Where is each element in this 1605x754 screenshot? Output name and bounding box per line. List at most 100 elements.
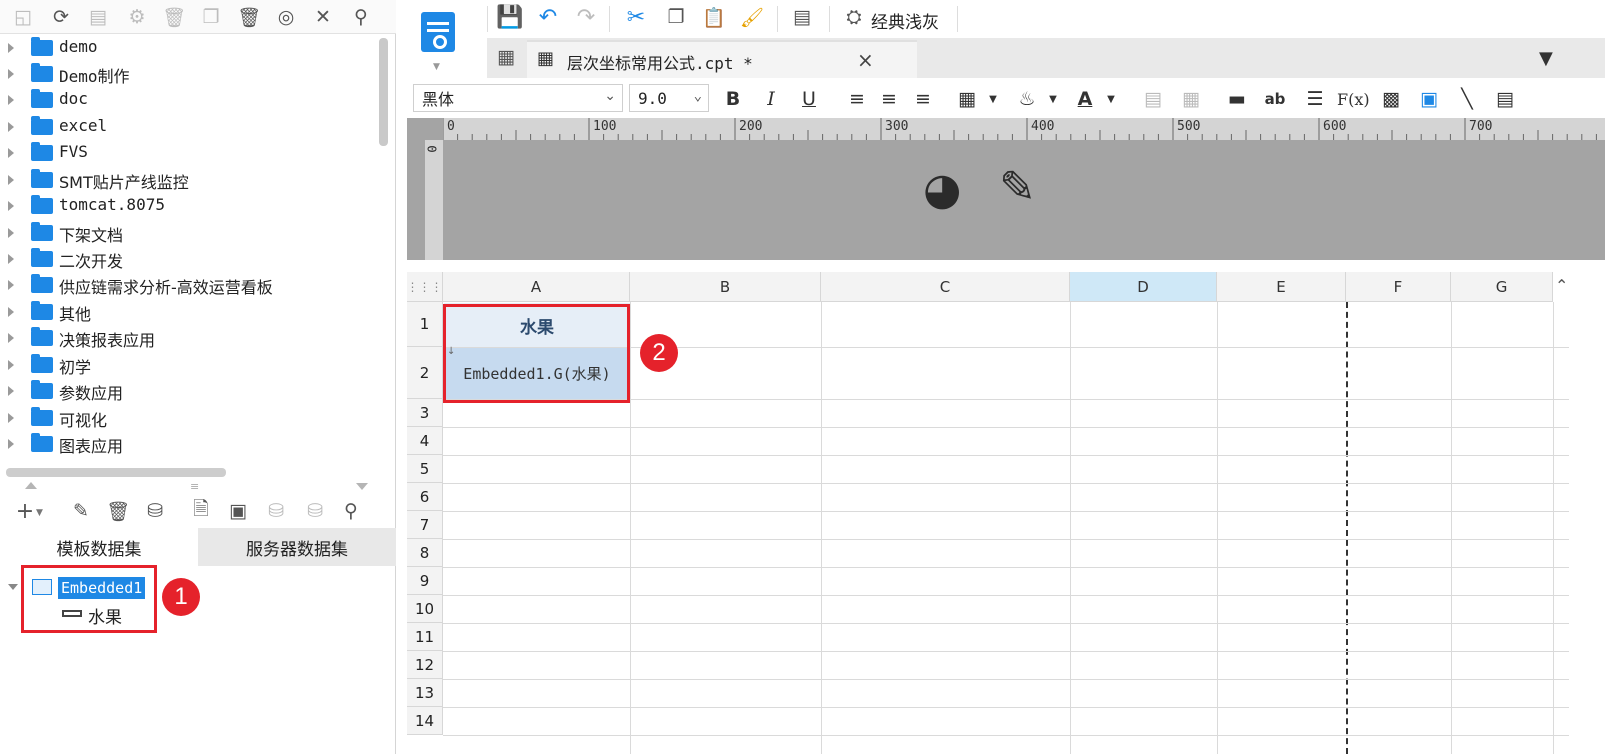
tree-vertical-scrollbar[interactable] xyxy=(379,38,388,146)
tab-template-dataset[interactable]: 模板数据集 xyxy=(0,528,198,566)
copy-icon[interactable]: ❐ xyxy=(663,4,689,30)
dropdown-arrow-icon[interactable]: ▼ xyxy=(1099,86,1123,112)
expand-arrow-icon[interactable] xyxy=(8,584,18,590)
column-header[interactable]: A xyxy=(443,272,630,302)
sub-report-icon[interactable]: ▤ xyxy=(1493,86,1517,112)
row-header[interactable]: 8 xyxy=(407,539,443,567)
formula-button[interactable]: F(x) xyxy=(1337,86,1370,112)
row-header[interactable]: 12 xyxy=(407,651,443,679)
expand-arrow-icon[interactable] xyxy=(8,360,14,370)
tree-item[interactable]: FVS xyxy=(0,140,388,166)
font-size-select[interactable]: 9.0 ⌄ xyxy=(629,84,709,112)
paste-icon[interactable]: 📋 xyxy=(701,4,727,30)
close-tab-icon[interactable]: × xyxy=(857,48,874,72)
locate-icon[interactable]: ◎ xyxy=(273,4,299,30)
expand-arrow-icon[interactable] xyxy=(8,69,14,79)
expand-arrow-icon[interactable] xyxy=(8,386,14,396)
preview-icon[interactable]: 🗎 xyxy=(188,498,214,524)
bar-chart-icon[interactable]: ▩ xyxy=(1379,86,1403,112)
select-all-corner[interactable]: ⋮⋮⋮ xyxy=(407,272,443,302)
text-format-button[interactable]: ab xyxy=(1263,86,1287,112)
font-color-icon[interactable]: A xyxy=(1073,86,1097,112)
server-dataset-settings-icon[interactable]: ⛁ xyxy=(302,498,328,524)
expand-arrow-icon[interactable] xyxy=(8,307,14,317)
image-icon[interactable]: ▣ xyxy=(1417,86,1441,112)
chevron-down-icon[interactable]: ⌄ xyxy=(604,88,616,104)
italic-button[interactable]: I xyxy=(759,86,783,112)
theme-label[interactable]: 经典浅灰 xyxy=(871,8,939,33)
row-header[interactable]: 13 xyxy=(407,679,443,707)
collapse-up-icon[interactable] xyxy=(25,482,37,489)
add-icon[interactable]: + xyxy=(12,498,38,524)
expand-arrow-icon[interactable] xyxy=(8,413,14,423)
settings-icon[interactable]: ⚙ xyxy=(124,4,150,30)
edit-pencil-icon[interactable]: ✎ xyxy=(999,162,1036,213)
align-left-icon[interactable]: ≡ xyxy=(845,86,869,112)
column-header[interactable]: F xyxy=(1346,272,1451,302)
tree-item[interactable]: excel xyxy=(0,114,388,140)
dropdown-arrow-icon[interactable]: ▼ xyxy=(1041,86,1065,112)
collapse-down-icon[interactable] xyxy=(356,483,368,490)
document-tab[interactable]: ▦ 层次坐标常用公式.cpt * × xyxy=(527,40,917,78)
tree-horizontal-scrollbar[interactable] xyxy=(6,468,226,477)
grid-add-icon[interactable]: ▦ xyxy=(493,44,519,70)
font-family-select[interactable]: 黑体 ⌄ xyxy=(413,84,623,112)
search-icon[interactable]: ⚲ xyxy=(338,498,364,524)
tree-item[interactable]: Demo制作 xyxy=(0,61,388,87)
align-right-icon[interactable]: ≡ xyxy=(911,86,935,112)
underline-button[interactable]: U xyxy=(797,86,821,112)
copy-icon[interactable]: ❐ xyxy=(198,4,224,30)
save-icon[interactable]: 💾 xyxy=(496,4,523,30)
redo-icon[interactable]: ↷ xyxy=(573,4,599,30)
fill-color-icon[interactable]: ♨ xyxy=(1015,86,1039,112)
tree-item[interactable]: doc xyxy=(0,87,388,113)
tree-item[interactable]: 二次开发 xyxy=(0,246,388,272)
dropdown-arrow-icon[interactable]: ▼ xyxy=(433,62,440,72)
slash-icon[interactable]: ╲ xyxy=(1455,86,1479,112)
delete-icon[interactable]: 🗑 xyxy=(161,4,187,30)
row-header[interactable]: 4 xyxy=(407,427,443,455)
tree-item[interactable]: demo xyxy=(0,35,388,61)
expand-arrow-icon[interactable] xyxy=(8,439,14,449)
panel-splitter[interactable]: ≡ xyxy=(0,480,396,494)
expand-arrow-icon[interactable] xyxy=(8,95,14,105)
expand-arrow-icon[interactable] xyxy=(8,228,14,238)
undo-icon[interactable]: ↶ xyxy=(535,4,561,30)
database-icon[interactable]: ⛁ xyxy=(142,498,168,524)
tree-item[interactable]: 可视化 xyxy=(0,405,388,431)
dropdown-arrow-icon[interactable]: ▼ xyxy=(981,86,1005,112)
row-header[interactable]: 5 xyxy=(407,455,443,483)
column-header[interactable]: B xyxy=(630,272,821,302)
border-icon[interactable]: ▦ xyxy=(955,86,979,112)
row-header[interactable]: 9 xyxy=(407,567,443,595)
expand-arrow-icon[interactable] xyxy=(8,280,14,290)
row-header[interactable]: 3 xyxy=(407,399,443,427)
tree-item[interactable]: SMT贴片产线监控 xyxy=(0,167,388,193)
column-header[interactable]: E xyxy=(1217,272,1346,302)
column-header[interactable]: G xyxy=(1451,272,1553,302)
tree-item[interactable]: 供应链需求分析-高效运营看板 xyxy=(0,272,388,298)
tab-server-dataset[interactable]: 服务器数据集 xyxy=(198,528,396,566)
expand-arrow-icon[interactable] xyxy=(8,43,14,53)
tree-item[interactable]: 决策报表应用 xyxy=(0,325,388,351)
bold-button[interactable]: B xyxy=(721,86,745,112)
row-header[interactable]: 6 xyxy=(407,483,443,511)
row-header[interactable]: 10 xyxy=(407,595,443,623)
insert-row-icon[interactable]: ▬ xyxy=(1225,86,1249,112)
row-header[interactable]: 11 xyxy=(407,623,443,651)
tab-menu-icon[interactable]: ▼ xyxy=(1539,48,1553,69)
paragraph-icon[interactable]: ☰ xyxy=(1303,86,1327,112)
search-icon[interactable]: ⚲ xyxy=(348,4,374,30)
cut-icon[interactable]: ✂ xyxy=(623,4,649,30)
dataset-settings-icon[interactable]: ▣ xyxy=(225,498,251,524)
properties-icon[interactable]: ▤ xyxy=(85,4,111,30)
theme-shirt-icon[interactable]: ⛭ xyxy=(841,4,867,30)
expand-arrow-icon[interactable] xyxy=(8,122,14,132)
edit-icon[interactable]: ✎ xyxy=(68,498,94,524)
text-search-icon[interactable]: ▤ xyxy=(789,4,815,30)
report-logo-icon[interactable]: ▼ xyxy=(419,8,471,72)
tree-item[interactable]: tomcat.8075 xyxy=(0,193,388,219)
delete-icon[interactable]: 🗑 xyxy=(105,498,131,524)
row-header[interactable]: 7 xyxy=(407,511,443,539)
expand-arrow-icon[interactable] xyxy=(8,201,14,211)
